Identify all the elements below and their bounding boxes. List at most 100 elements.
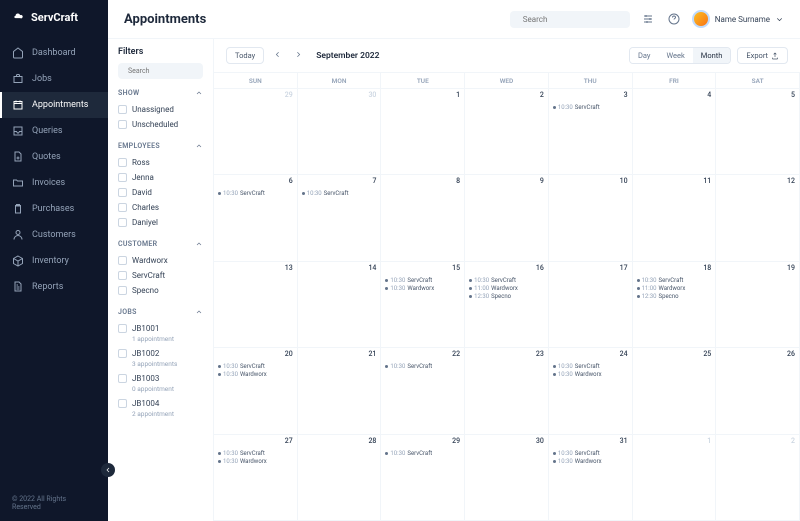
filter-option[interactable]: Unassigned [118,102,203,117]
filter-option[interactable]: Wardworx [118,253,203,268]
filter-group-header[interactable]: CUSTOMER [118,240,203,248]
calendar-event[interactable]: 10:30Wardworx [553,371,628,378]
checkbox[interactable] [118,349,127,358]
checkbox[interactable] [118,256,127,265]
calendar-event[interactable]: 12:30Specno [469,293,544,300]
settings-button[interactable] [640,11,656,27]
checkbox[interactable] [118,374,127,383]
nav-appointments[interactable]: Appointments [0,92,108,118]
filter-option[interactable]: Specno [118,283,203,298]
calendar-cell[interactable]: 5 [716,89,800,175]
checkbox[interactable] [118,188,127,197]
view-week[interactable]: Week [658,48,692,63]
today-button[interactable]: Today [226,47,264,64]
search-input[interactable] [523,15,633,24]
calendar-cell[interactable]: 4 [633,89,717,175]
calendar-event[interactable]: 10:30ServCraft [385,450,460,457]
calendar-cell[interactable]: 30 [465,435,549,521]
calendar-cell[interactable]: 19 [716,262,800,348]
calendar-cell[interactable]: 17 [549,262,633,348]
nav-reports[interactable]: Reports [0,274,108,300]
calendar-cell[interactable]: 2210:30ServCraft [381,348,465,434]
calendar-cell[interactable]: 1 [381,89,465,175]
filter-group-header[interactable]: SHOW [118,89,203,97]
calendar-cell[interactable]: 21 [298,348,382,434]
calendar-cell[interactable]: 8 [381,175,465,261]
calendar-event[interactable]: 10:30Wardworx [218,371,293,378]
nav-jobs[interactable]: Jobs [0,66,108,92]
calendar-event[interactable]: 11:00Wardworx [637,285,712,292]
calendar-event[interactable]: 10:30Wardworx [385,285,460,292]
calendar-cell[interactable]: 2910:30ServCraft [381,435,465,521]
nav-purchases[interactable]: Purchases [0,196,108,222]
calendar-cell[interactable]: 30 [298,89,382,175]
export-button[interactable]: Export [737,47,788,64]
calendar-cell[interactable]: 12 [716,175,800,261]
checkbox[interactable] [118,271,127,280]
nav-dashboard[interactable]: Dashboard [0,40,108,66]
calendar-cell[interactable]: 1610:30ServCraft11:00Wardworx12:30Specno [465,262,549,348]
calendar-event[interactable]: 10:30ServCraft [553,363,628,370]
calendar-cell[interactable]: 2 [716,435,800,521]
filter-option[interactable]: Ross [118,155,203,170]
filter-option[interactable]: ServCraft [118,268,203,283]
checkbox[interactable] [118,218,127,227]
calendar-cell[interactable]: 11 [633,175,717,261]
checkbox[interactable] [118,120,127,129]
filter-option[interactable]: JB1001 [118,321,203,336]
nav-invoices[interactable]: Invoices [0,170,108,196]
filter-option[interactable]: Jenna [118,170,203,185]
calendar-event[interactable]: 10:30ServCraft [218,190,293,197]
checkbox[interactable] [118,399,127,408]
calendar-event[interactable]: 10:30Wardworx [553,458,628,465]
nav-inventory[interactable]: Inventory [0,248,108,274]
filter-option[interactable]: David [118,185,203,200]
calendar-event[interactable]: 10:30ServCraft [469,277,544,284]
calendar-cell[interactable]: 23 [465,348,549,434]
checkbox[interactable] [118,286,127,295]
calendar-cell[interactable]: 3110:30ServCraft10:30Wardworx [549,435,633,521]
filter-option[interactable]: JB1002 [118,346,203,361]
calendar-cell[interactable]: 2 [465,89,549,175]
filter-group-header[interactable]: JOBS [118,308,203,316]
user-menu[interactable]: Name Surname [692,10,784,28]
calendar-event[interactable]: 10:30ServCraft [637,277,712,284]
checkbox[interactable] [118,158,127,167]
prev-month-button[interactable] [270,45,285,66]
filter-option[interactable]: JB1004 [118,396,203,411]
next-month-button[interactable] [291,45,306,66]
calendar-event[interactable]: 10:30ServCraft [385,277,460,284]
calendar-event[interactable]: 10:30ServCraft [385,363,460,370]
nav-quotes[interactable]: Quotes [0,144,108,170]
nav-customers[interactable]: Customers [0,222,108,248]
checkbox[interactable] [118,203,127,212]
calendar-event[interactable]: 10:30ServCraft [553,450,628,457]
calendar-cell[interactable]: 9 [465,175,549,261]
calendar-cell[interactable]: 25 [633,348,717,434]
checkbox[interactable] [118,173,127,182]
filters-search[interactable] [118,63,203,79]
calendar-event[interactable]: 10:30ServCraft [302,190,377,197]
calendar-cell[interactable]: 310:30ServCraft [549,89,633,175]
calendar-cell[interactable]: 29 [214,89,298,175]
calendar-cell[interactable]: 26 [716,348,800,434]
calendar-cell[interactable]: 10 [549,175,633,261]
calendar-cell[interactable]: 2410:30ServCraft10:30Wardworx [549,348,633,434]
global-search[interactable] [510,11,630,28]
filters-search-input[interactable] [128,67,214,75]
calendar-cell[interactable]: 1810:30ServCraft11:00Wardworx12:30Specno [633,262,717,348]
filter-option[interactable]: Charles [118,200,203,215]
calendar-cell[interactable]: 1510:30ServCraft10:30Wardworx [381,262,465,348]
checkbox[interactable] [118,105,127,114]
calendar-cell[interactable]: 2010:30ServCraft10:30Wardworx [214,348,298,434]
calendar-cell[interactable]: 14 [298,262,382,348]
calendar-event[interactable]: 10:30Wardworx [218,458,293,465]
calendar-cell[interactable]: 13 [214,262,298,348]
calendar-event[interactable]: 11:00Wardworx [469,285,544,292]
sidebar-collapse-button[interactable] [101,463,115,477]
filter-group-header[interactable]: EMPLOYEES [118,142,203,150]
calendar-event[interactable]: 12:30Specno [637,293,712,300]
calendar-event[interactable]: 10:30ServCraft [553,104,628,111]
view-month[interactable]: Month [693,48,731,63]
calendar-event[interactable]: 10:30ServCraft [218,363,293,370]
